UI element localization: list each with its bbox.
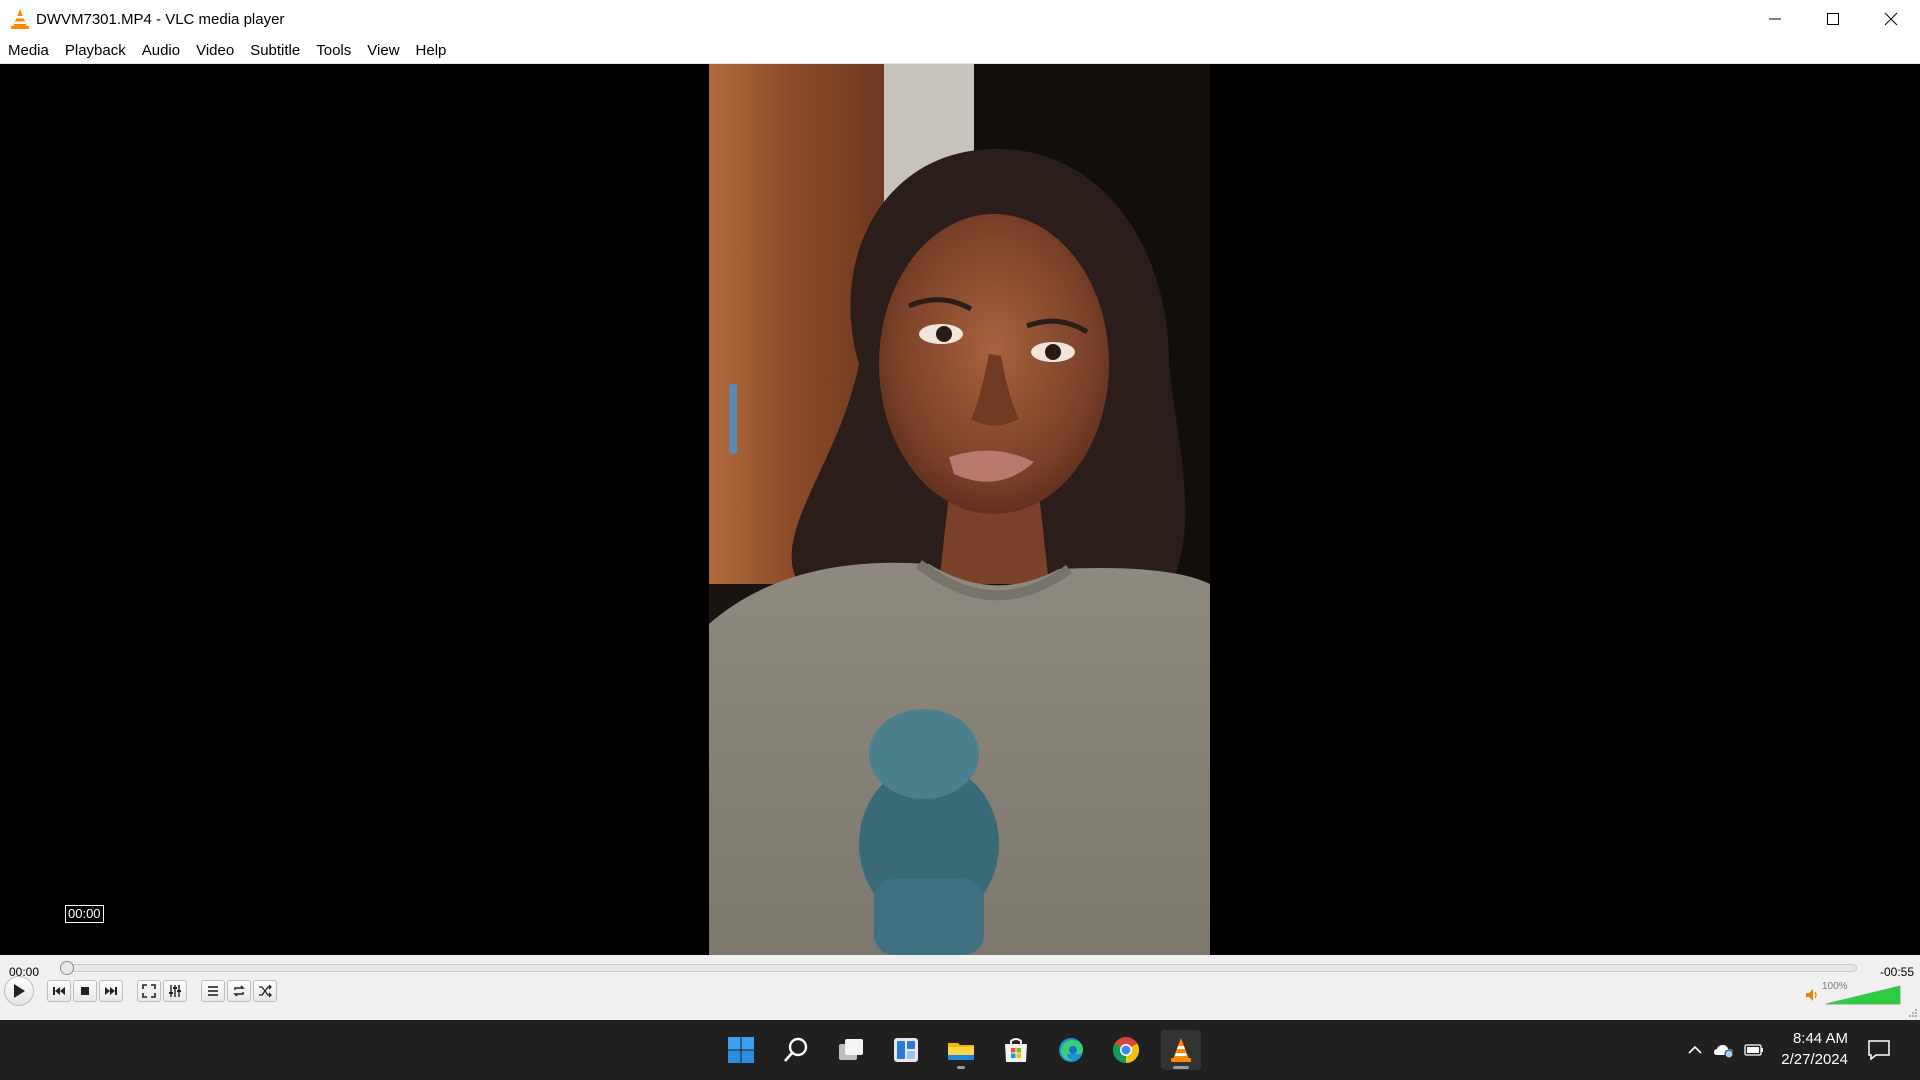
extended-settings-icon: [169, 985, 181, 997]
clock-time: 8:44 AM: [1792, 1030, 1848, 1047]
notification-icon[interactable]: [1866, 1038, 1892, 1062]
taskbar-clock[interactable]: 8:44 AM 2/27/2024: [1770, 1028, 1848, 1070]
battery-button[interactable]: [1743, 1040, 1765, 1060]
minimize-icon: [1769, 18, 1781, 20]
window-title: DWVM7301.MP4 - VLC media player: [36, 10, 285, 28]
chrome-icon: [1112, 1037, 1140, 1064]
speaker-icon[interactable]: [1805, 988, 1821, 1002]
video-frame-image: [709, 64, 1210, 955]
widgets-icon: [894, 1038, 918, 1062]
vlc-icon: [1171, 1038, 1191, 1062]
menu-view[interactable]: View: [361, 39, 405, 62]
active-indicator: [1173, 1066, 1189, 1069]
video-frame: [709, 64, 1210, 955]
microsoft-store-icon: [1005, 1038, 1027, 1062]
volume-slider[interactable]: [1826, 982, 1902, 1005]
menu-help[interactable]: Help: [410, 39, 453, 62]
shuffle-icon: [259, 984, 272, 998]
stop-icon: [81, 987, 89, 995]
seek-time-tooltip: 00:00: [65, 905, 104, 923]
file-explorer-icon: [948, 1043, 974, 1060]
time-remaining[interactable]: -00:55: [1880, 965, 1914, 979]
shuffle-button[interactable]: [253, 980, 277, 1002]
clock-date: 2/27/2024: [1781, 1051, 1848, 1068]
chevron-up-icon: [1688, 1045, 1702, 1054]
next-button[interactable]: [99, 980, 123, 1002]
onedrive-icon: [1714, 1045, 1734, 1058]
extended-settings-button[interactable]: [163, 980, 187, 1002]
show-hidden-icons-button[interactable]: [1684, 1040, 1706, 1060]
microsoft-store-button[interactable]: [996, 1030, 1036, 1070]
fullscreen-icon: [142, 984, 156, 998]
menu-tools[interactable]: Tools: [310, 39, 357, 62]
playlist-button[interactable]: [201, 980, 225, 1002]
task-view-button[interactable]: [831, 1030, 871, 1070]
play-icon: [14, 984, 25, 998]
start-button[interactable]: [721, 1030, 761, 1070]
play-button[interactable]: [4, 976, 34, 1006]
resize-grip-icon[interactable]: [1908, 1008, 1918, 1018]
edge-icon: [1059, 1038, 1083, 1062]
playlist-icon: [208, 986, 218, 996]
minimize-button[interactable]: [1746, 0, 1804, 38]
vlc-cone-icon: [11, 9, 29, 29]
menu-bar: Media Playback Audio Video Subtitle Tool…: [0, 38, 1920, 64]
taskbar-search-button[interactable]: [776, 1030, 816, 1070]
menu-playback[interactable]: Playback: [59, 39, 132, 62]
chrome-button[interactable]: [1106, 1030, 1146, 1070]
windows-start-icon: [728, 1037, 754, 1063]
vlc-window: DWVM7301.MP4 - VLC media player Media Pl…: [0, 0, 1920, 1080]
vlc-taskbar-button[interactable]: [1161, 1030, 1201, 1070]
fullscreen-button[interactable]: [137, 980, 161, 1002]
menu-video[interactable]: Video: [190, 39, 240, 62]
close-button[interactable]: [1862, 0, 1920, 38]
search-icon: [784, 1037, 808, 1062]
next-icon: [105, 987, 117, 995]
window-controls: [1746, 0, 1920, 38]
loop-button[interactable]: [227, 980, 251, 1002]
previous-icon: [53, 987, 65, 995]
running-indicator: [957, 1066, 965, 1069]
menu-media[interactable]: Media: [2, 39, 55, 62]
seek-handle[interactable]: [60, 961, 74, 975]
menu-subtitle[interactable]: Subtitle: [244, 39, 306, 62]
maximize-button[interactable]: [1804, 0, 1862, 38]
battery-icon: [1744, 1044, 1763, 1056]
seek-bar[interactable]: [62, 964, 1857, 972]
maximize-icon: [1827, 13, 1839, 25]
task-view-icon: [839, 1039, 863, 1060]
menu-audio[interactable]: Audio: [136, 39, 186, 62]
edge-button[interactable]: [1051, 1030, 1091, 1070]
controls-panel: 00:00 -00:55: [0, 955, 1920, 1020]
previous-button[interactable]: [47, 980, 71, 1002]
title-bar: DWVM7301.MP4 - VLC media player: [0, 0, 1920, 38]
stop-button[interactable]: [73, 980, 97, 1002]
close-icon: [1884, 12, 1898, 26]
loop-icon: [233, 985, 245, 997]
onedrive-button[interactable]: [1713, 1040, 1735, 1060]
video-output[interactable]: [0, 64, 1920, 955]
widgets-button[interactable]: [886, 1030, 926, 1070]
file-explorer-button[interactable]: [941, 1030, 981, 1070]
